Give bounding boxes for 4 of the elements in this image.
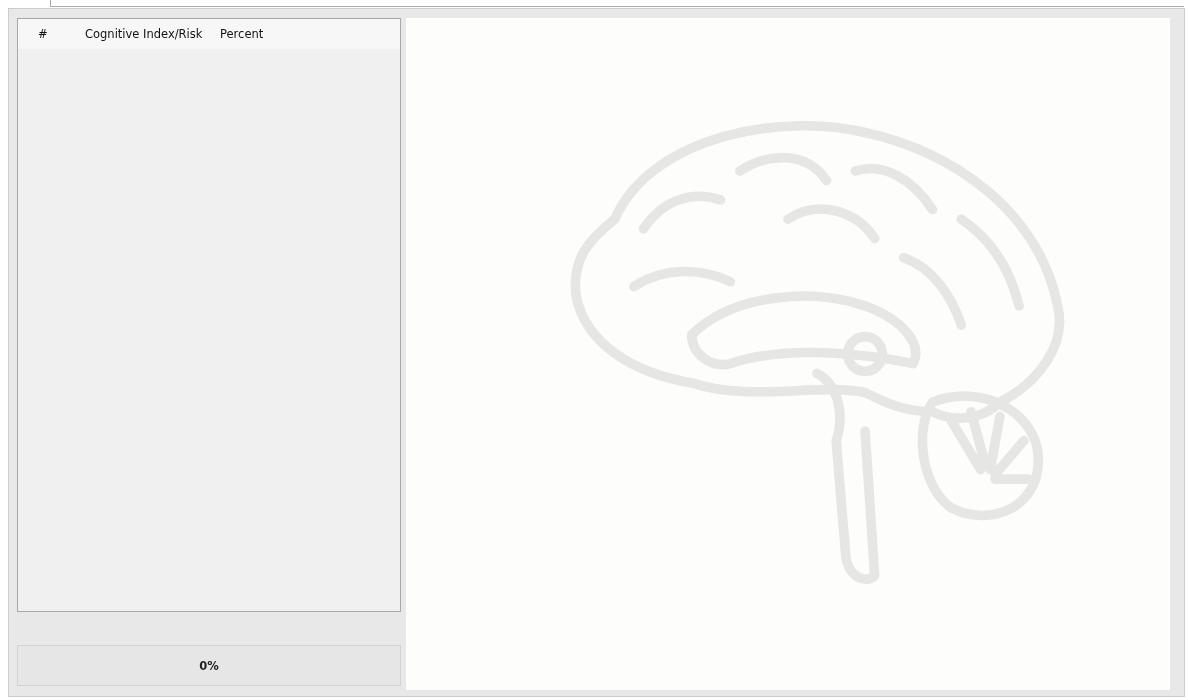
column-header[interactable]: #: [38, 27, 85, 41]
progress-percent: 0%: [199, 658, 219, 673]
column-header[interactable]: Cognitive Index/Risk: [85, 27, 220, 41]
column-header[interactable]: Percent: [220, 27, 264, 41]
